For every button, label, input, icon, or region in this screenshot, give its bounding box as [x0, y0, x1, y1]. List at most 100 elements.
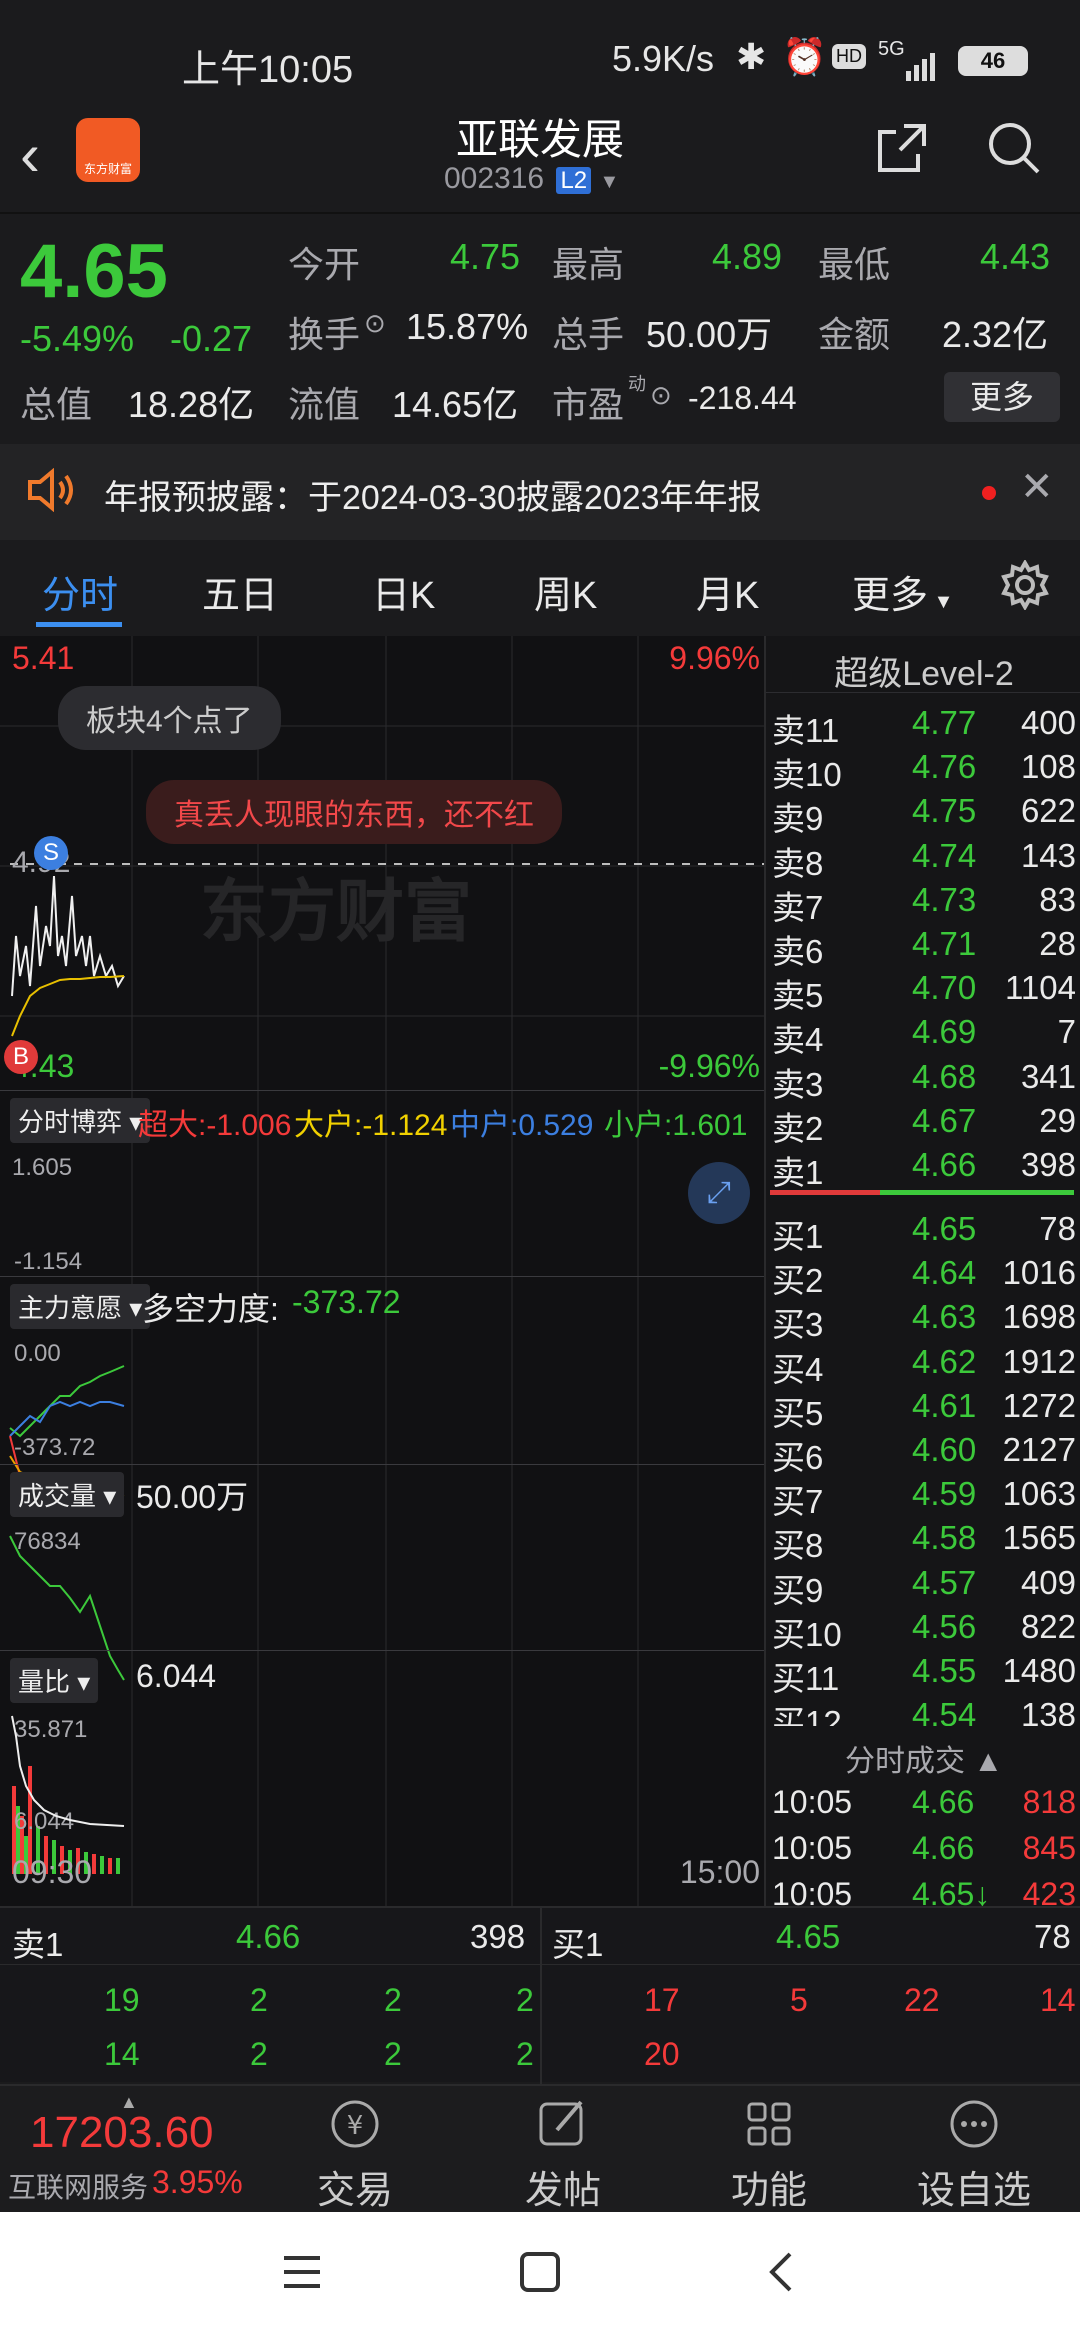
flow-mid: 中户:0.529 [450, 1109, 594, 1142]
tab-more-label: 更多 [852, 575, 929, 617]
add-watchlist-button[interactable]: 设自选 [904, 2086, 1044, 2214]
sell-marker[interactable]: S [34, 836, 68, 870]
buy-marker[interactable]: B [4, 1040, 38, 1074]
change-value: -0.27 [170, 318, 253, 359]
bid-row[interactable]: 买10 4.56 822 [766, 1608, 1080, 1653]
ask-row[interactable]: 卖5 4.70 1104 [766, 969, 1080, 1014]
comment-bubble-1[interactable]: 板块4个点了 [58, 686, 281, 750]
stock-code-row[interactable]: 002316 L2 ▼ [444, 162, 619, 196]
bid-row[interactable]: 买3 4.63 1698 [766, 1298, 1080, 1343]
bid-price: 4.57 [912, 1563, 977, 1601]
top-price-label: 5.41 [12, 640, 75, 676]
low-value: 4.43 [980, 236, 1051, 277]
close-icon[interactable]: ✕ [1020, 464, 1054, 510]
sell-queue-order: 2 [516, 2036, 534, 2072]
index-pct: 3.95% [152, 2164, 243, 2200]
ask-price: 4.69 [912, 1013, 977, 1051]
notice-text: 年报预披露：于2024-03-30披露2023年年报 [104, 479, 762, 517]
tab-daily[interactable]: 日K [372, 564, 435, 619]
bid-row[interactable]: 买6 4.60 2127 [766, 1431, 1080, 1476]
bid-row[interactable]: 买4 4.62 1912 [766, 1342, 1080, 1388]
function-button[interactable]: 功能 [714, 2086, 824, 2214]
ticks-title-label: 分时成交 [844, 1745, 965, 1778]
bid-row[interactable]: 买1 4.65 78 [766, 1210, 1080, 1255]
bid-row[interactable]: 买7 4.59 1063 [766, 1475, 1080, 1520]
back-nav-icon[interactable] [760, 2250, 804, 2299]
high-label: 最高 [552, 244, 625, 285]
sell1-volume: 398 [470, 1918, 526, 1955]
buy1-volume: 78 [1034, 1918, 1071, 1955]
bid-row[interactable]: 买9 4.57 409 [766, 1563, 1080, 1609]
bid-price: 4.55 [912, 1652, 977, 1689]
ask-row[interactable]: 卖8 4.74 143 [766, 836, 1080, 882]
ask-row[interactable]: 卖2 4.67 29 [766, 1101, 1080, 1147]
info-icon[interactable]: ⊙ [364, 308, 386, 339]
share-icon[interactable] [874, 120, 930, 181]
tab-5day[interactable]: 五日 [202, 564, 278, 619]
ask-level-label: 卖4 [772, 1021, 824, 1059]
home-icon[interactable] [518, 2250, 562, 2299]
battery-icon: 46 [958, 46, 1028, 76]
ticks-title[interactable]: 分时成交 ▲ [766, 1736, 1080, 1780]
bid-row[interactable]: 买8 4.58 1565 [766, 1519, 1080, 1564]
ask-level-label: 卖9 [772, 800, 824, 838]
stock-code: 002316 [444, 162, 545, 195]
flow-indicator-select[interactable]: 分时博弈 ▾ [10, 1098, 151, 1143]
bid-level-label: 买7 [772, 1483, 824, 1521]
change-pct: -5.49% [20, 318, 135, 359]
tab-monthly[interactable]: 月K [696, 564, 759, 619]
bid-row[interactable]: 买5 4.61 1272 [766, 1386, 1080, 1432]
flow-super: 超大:-1.006 [138, 1109, 292, 1142]
ask-row[interactable]: 卖4 4.69 7 [766, 1013, 1080, 1058]
search-icon[interactable] [986, 120, 1042, 181]
bid-level-label: 买11 [772, 1660, 840, 1697]
signal-bars-icon [906, 46, 942, 81]
time-start-label: 09:30 [12, 1854, 93, 1890]
sector-index-button[interactable]: ▲ 17203.60 互联网服务 3.95% [0, 2086, 290, 2214]
tick-price: 4.66 [912, 1784, 975, 1820]
ask-row[interactable]: 卖11 4.77 400 [766, 704, 1080, 749]
ask-volume: 29 [1039, 1101, 1076, 1139]
volume-indicator-select[interactable]: 成交量 ▾ [10, 1472, 125, 1517]
comment-bubble-2[interactable]: 真丢人现眼的东西，还不红 [146, 780, 562, 844]
alarm-icon: ⏰ [782, 36, 827, 77]
force-indicator-select[interactable]: 主力意愿 ▾ [10, 1284, 151, 1329]
bid-row[interactable]: 买2 4.64 1016 [766, 1254, 1080, 1299]
settings-gear-icon[interactable] [1000, 558, 1050, 620]
pe-value: -218.44 [688, 380, 797, 416]
sell-queue-order: 2 [250, 1982, 268, 2018]
bid-price: 4.65 [912, 1210, 977, 1247]
force-indicator-label: 主力意愿 [18, 1293, 123, 1323]
bid-price: 4.61 [912, 1386, 977, 1424]
bid-price: 4.62 [912, 1342, 977, 1380]
ask-row[interactable]: 卖1 4.66 398 [766, 1146, 1080, 1191]
bid-volume: 78 [1039, 1210, 1076, 1247]
tick-time: 10:05 [772, 1830, 853, 1866]
trade-button[interactable]: ¥ 交易 [300, 2086, 410, 2214]
ratio-value: 6.044 [136, 1658, 217, 1694]
level2-badge: L2 [556, 167, 592, 194]
bid-row[interactable]: 买11 4.55 1480 [766, 1652, 1080, 1697]
menu-icon[interactable] [280, 2250, 324, 2299]
ask-row[interactable]: 卖10 4.76 108 [766, 748, 1080, 793]
intraday-chart[interactable]: 5.41 9.96% 4.92 4.43 -9.96% 东方财富 板块4个点了 … [0, 636, 764, 1906]
expand-icon[interactable]: ⤢ [688, 1162, 750, 1224]
ask-row[interactable]: 卖7 4.73 83 [766, 881, 1080, 926]
ask-row[interactable]: 卖9 4.75 622 [766, 792, 1080, 837]
ask-price: 4.74 [912, 836, 977, 874]
ask-level-label: 卖5 [772, 977, 824, 1015]
pe-info-icon[interactable]: ⊙ [650, 380, 672, 411]
divider [540, 1908, 542, 2084]
notice-bar[interactable]: 年报预披露：于2024-03-30披露2023年年报 ✕ [0, 444, 1080, 540]
more-button[interactable]: 更多 [944, 372, 1060, 422]
post-button[interactable]: 发帖 [508, 2086, 618, 2214]
ask-row[interactable]: 卖6 4.71 28 [766, 925, 1080, 970]
tab-weekly[interactable]: 周K [534, 564, 597, 619]
bid-volume: 409 [1020, 1563, 1076, 1601]
order-book[interactable]: 超级Level-2 卖11 4.77 400 卖10 4.76 108 卖9 4.75 622 卖… [764, 636, 1080, 1912]
tab-intraday[interactable]: 分时 [42, 564, 118, 619]
buy-queue-order: 22 [904, 1982, 940, 2018]
bid-level-label: 买6 [772, 1439, 824, 1476]
ask-row[interactable]: 卖3 4.68 341 [766, 1058, 1080, 1103]
tab-more[interactable]: 更多 ▼ [852, 564, 953, 619]
